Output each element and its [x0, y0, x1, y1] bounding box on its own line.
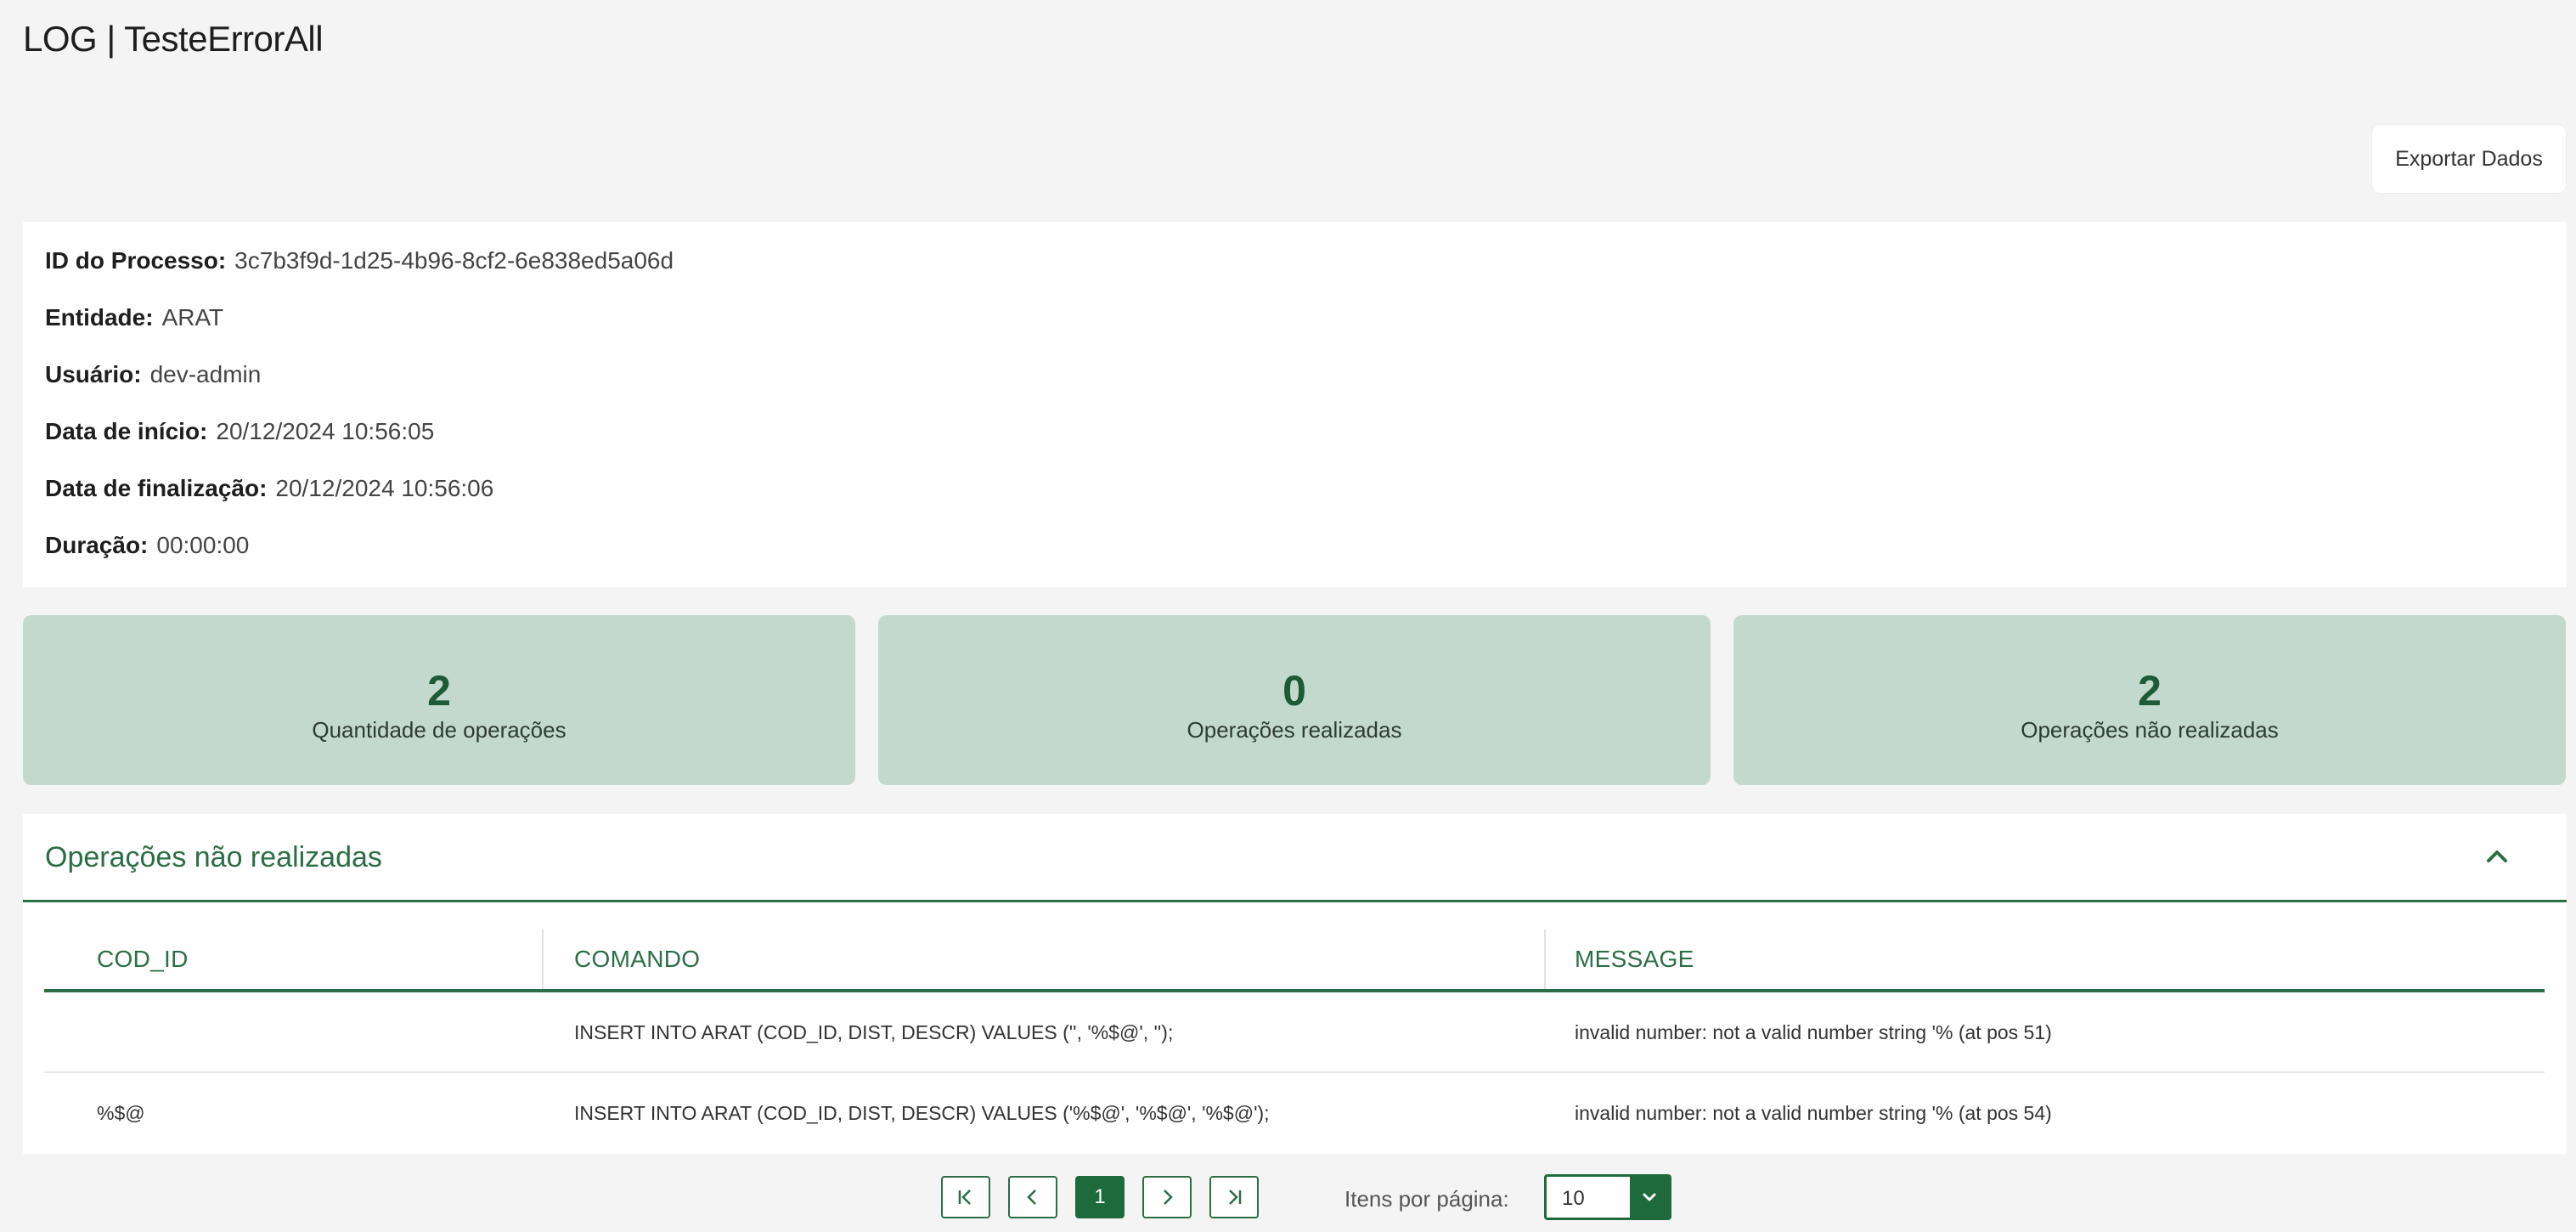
- next-page-button[interactable]: [1142, 1176, 1192, 1218]
- info-entity: Entidade: ARAT: [45, 304, 223, 331]
- pagination: 1 Itens por página: 10: [23, 1154, 2567, 1232]
- cell-message: invalid number: not a valid number strin…: [1575, 1102, 2052, 1124]
- stat-label: Operações realizadas: [1187, 716, 1402, 743]
- column-header-message[interactable]: MESSAGE: [1575, 930, 1694, 989]
- info-label: ID do Processo:: [45, 247, 227, 274]
- first-page-button[interactable]: [941, 1176, 990, 1218]
- stat-completed-operations: 0 Operações realizadas: [878, 615, 1711, 785]
- stat-value: 2: [427, 666, 451, 715]
- info-value: 20/12/2024 10:56:05: [216, 418, 435, 444]
- info-value: 3c7b3f9d-1d25-4b96-8cf2-6e838ed5a06d: [234, 247, 674, 274]
- stat-total-operations: 2 Quantidade de operações: [23, 615, 855, 785]
- items-per-page-select[interactable]: 10: [1544, 1174, 1671, 1220]
- table-row: INSERT INTO ARAT (COD_ID, DIST, DESCR) V…: [44, 992, 2545, 1073]
- chevron-down-icon[interactable]: [1630, 1177, 1669, 1218]
- cell-comando: INSERT INTO ARAT (COD_ID, DIST, DESCR) V…: [574, 1102, 1270, 1124]
- column-divider: [542, 930, 544, 989]
- info-duration: Duração: 00:00:00: [45, 532, 249, 559]
- info-label: Duração:: [45, 532, 149, 558]
- column-header-cod-id[interactable]: COD_ID: [97, 930, 189, 989]
- info-start-date: Data de início: 20/12/2024 10:56:05: [45, 418, 434, 445]
- stat-value: 2: [2138, 666, 2162, 715]
- info-value: 00:00:00: [156, 532, 250, 558]
- items-per-page-value: 10: [1562, 1187, 1585, 1210]
- info-value: ARAT: [161, 304, 224, 331]
- info-value: dev-admin: [149, 361, 262, 387]
- page-title: LOG | TesteErrorAll: [23, 19, 324, 59]
- panel-title: Operações não realizadas: [45, 841, 382, 873]
- stat-label: Operações não realizadas: [2021, 716, 2279, 743]
- stat-failed-operations: 2 Operações não realizadas: [1733, 615, 2566, 785]
- info-label: Data de finalização:: [45, 475, 268, 501]
- last-page-icon: [1229, 1190, 1242, 1205]
- column-header-comando[interactable]: COMANDO: [574, 930, 700, 989]
- cell-comando: INSERT INTO ARAT (COD_ID, DIST, DESCR) V…: [574, 1021, 1174, 1043]
- info-value: 20/12/2024 10:56:06: [275, 475, 494, 501]
- export-data-button[interactable]: Exportar Dados: [2371, 124, 2567, 194]
- stat-label: Quantidade de operações: [312, 716, 566, 743]
- chevron-left-icon: [1027, 1190, 1036, 1205]
- column-divider: [1544, 930, 1546, 989]
- items-per-page-label: Itens por página:: [1344, 1186, 1509, 1212]
- page-button-current[interactable]: 1: [1075, 1176, 1125, 1218]
- info-process-id: ID do Processo: 3c7b3f9d-1d25-4b96-8cf2-…: [45, 247, 674, 274]
- log-page: LOG | TesteErrorAll Exportar Dados ID do…: [0, 0, 2576, 1232]
- process-info-card: ID do Processo: 3c7b3f9d-1d25-4b96-8cf2-…: [23, 222, 2567, 587]
- info-label: Usuário:: [45, 361, 142, 387]
- first-page-icon: [958, 1190, 971, 1205]
- info-end-date: Data de finalização: 20/12/2024 10:56:06: [45, 475, 493, 502]
- table-row: %$@ INSERT INTO ARAT (COD_ID, DIST, DESC…: [44, 1073, 2545, 1154]
- cell-cod-id: %$@: [97, 1102, 145, 1124]
- stat-value: 0: [1282, 666, 1306, 715]
- info-user: Usuário: dev-admin: [45, 361, 261, 388]
- failed-operations-table: COD_ID COMANDO MESSAGE INSERT INTO ARAT …: [44, 930, 2545, 1154]
- last-page-button[interactable]: [1209, 1176, 1259, 1218]
- info-label: Entidade:: [45, 304, 154, 331]
- panel-header[interactable]: Operações não realizadas: [23, 814, 2567, 902]
- chevron-right-icon: [1164, 1190, 1173, 1205]
- table-header: COD_ID COMANDO MESSAGE: [44, 930, 2545, 992]
- chevron-up-icon[interactable]: [2478, 838, 2516, 875]
- previous-page-button[interactable]: [1008, 1176, 1057, 1218]
- info-label: Data de início:: [45, 418, 208, 444]
- cell-message: invalid number: not a valid number strin…: [1575, 1021, 2052, 1043]
